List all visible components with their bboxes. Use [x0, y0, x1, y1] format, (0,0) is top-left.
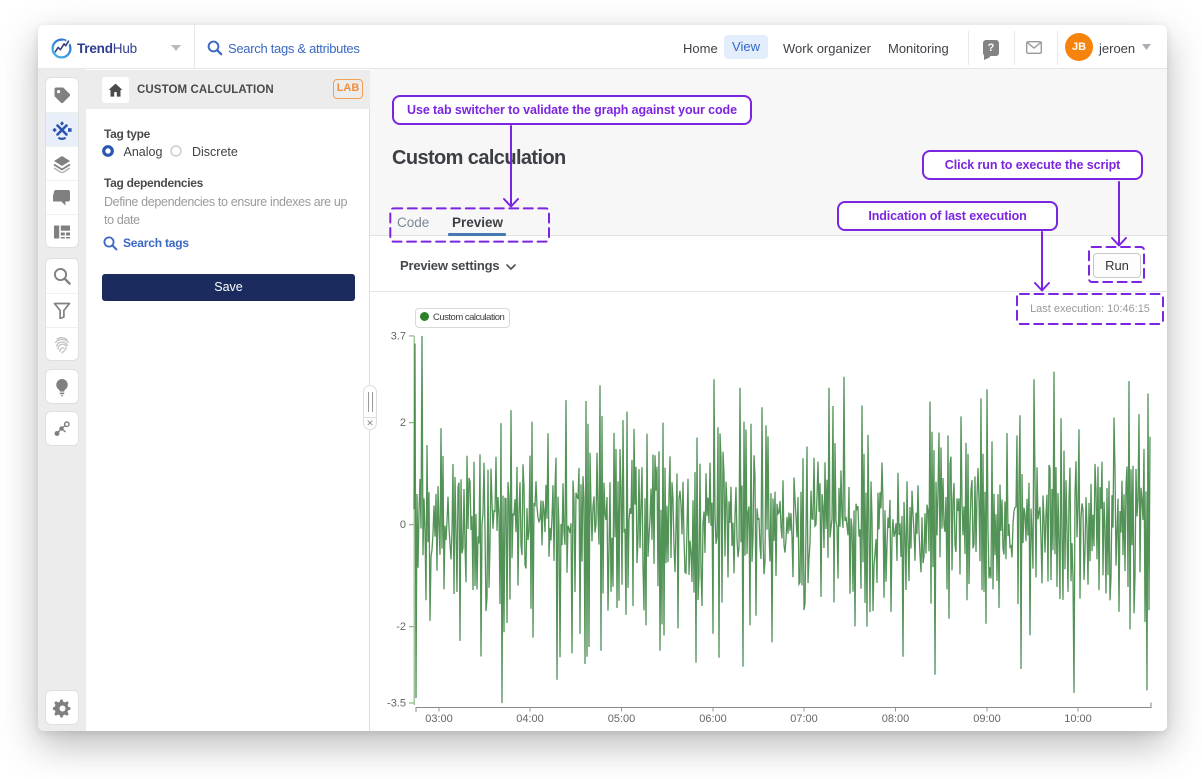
svg-text:08:00: 08:00: [882, 713, 910, 725]
svg-text:06:00: 06:00: [699, 713, 727, 725]
svg-text:-2: -2: [396, 621, 406, 633]
svg-text:10:00: 10:00: [1064, 713, 1092, 725]
svg-text:09:00: 09:00: [973, 713, 1001, 725]
svg-text:03:00: 03:00: [425, 713, 453, 725]
svg-text:04:00: 04:00: [516, 713, 544, 725]
svg-text:2: 2: [400, 417, 406, 429]
svg-text:-3.5: -3.5: [387, 698, 406, 710]
svg-text:07:00: 07:00: [790, 713, 818, 725]
svg-text:05:00: 05:00: [608, 713, 636, 725]
svg-text:0: 0: [400, 519, 406, 531]
svg-text:3.7: 3.7: [391, 330, 406, 342]
